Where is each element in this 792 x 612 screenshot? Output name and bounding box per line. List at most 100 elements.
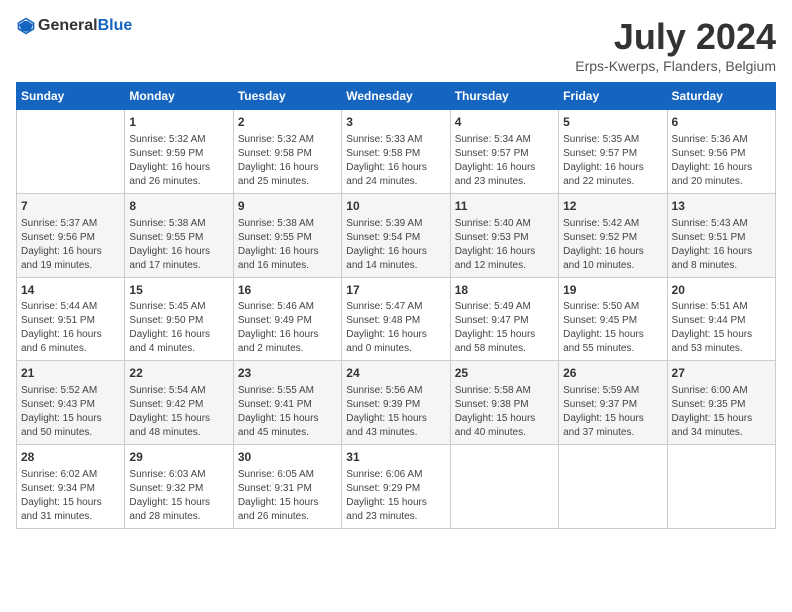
col-monday: Monday	[125, 83, 233, 110]
day-info: Sunrise: 5:43 AM Sunset: 9:51 PM Dayligh…	[672, 217, 771, 273]
day-info: Sunrise: 5:32 AM Sunset: 9:59 PM Dayligh…	[129, 133, 228, 189]
col-saturday: Saturday	[667, 83, 775, 110]
day-number: 13	[672, 198, 771, 215]
day-info: Sunrise: 5:44 AM Sunset: 9:51 PM Dayligh…	[21, 300, 120, 356]
day-info: Sunrise: 5:52 AM Sunset: 9:43 PM Dayligh…	[21, 384, 120, 440]
day-cell: 23 Sunrise: 5:55 AM Sunset: 9:41 PM Dayli…	[233, 361, 341, 445]
week-row-3: 21 Sunrise: 5:52 AM Sunset: 9:43 PM Dayli…	[17, 361, 776, 445]
week-row-4: 28Sunrise: 6:02 AM Sunset: 9:34 PM Dayli…	[17, 445, 776, 529]
day-number: 11	[455, 198, 554, 215]
day-cell: 12 Sunrise: 5:42 AM Sunset: 9:52 PM Dayli…	[559, 193, 667, 277]
day-info: Sunrise: 5:40 AM Sunset: 9:53 PM Dayligh…	[455, 217, 554, 273]
day-cell: 4Sunrise: 5:34 AM Sunset: 9:57 PM Daylig…	[450, 110, 558, 194]
calendar-table: SundayMondayTuesdayWednesdayThursdayFrid…	[16, 82, 776, 529]
day-number: 1	[129, 114, 228, 131]
day-cell: 25 Sunrise: 5:58 AM Sunset: 9:38 PM Dayli…	[450, 361, 558, 445]
day-info: Sunrise: 5:56 AM Sunset: 9:39 PM Dayligh…	[346, 384, 445, 440]
day-number: 27	[672, 365, 771, 382]
day-cell: 2 Sunrise: 5:32 AM Sunset: 9:58 PM Daylig…	[233, 110, 341, 194]
week-row-0: 1 Sunrise: 5:32 AM Sunset: 9:59 PM Daylig…	[17, 110, 776, 194]
day-cell: 17Sunrise: 5:47 AM Sunset: 9:48 PM Dayli…	[342, 277, 450, 361]
logo-blue: Blue	[98, 17, 133, 34]
day-number: 21	[21, 365, 120, 382]
day-cell	[667, 445, 775, 529]
day-cell: 27 Sunrise: 6:00 AM Sunset: 9:35 PM Dayli…	[667, 361, 775, 445]
day-info: Sunrise: 5:32 AM Sunset: 9:58 PM Dayligh…	[238, 133, 337, 189]
day-number: 26	[563, 365, 662, 382]
day-info: Sunrise: 5:45 AM Sunset: 9:50 PM Dayligh…	[129, 300, 228, 356]
day-info: Sunrise: 6:05 AM Sunset: 9:31 PM Dayligh…	[238, 468, 337, 524]
day-number: 10	[346, 198, 445, 215]
day-cell: 6Sunrise: 5:36 AM Sunset: 9:56 PM Daylig…	[667, 110, 775, 194]
col-friday: Friday	[559, 83, 667, 110]
day-info: Sunrise: 5:47 AM Sunset: 9:48 PM Dayligh…	[346, 300, 445, 356]
day-cell: 9 Sunrise: 5:38 AM Sunset: 9:55 PM Daylig…	[233, 193, 341, 277]
day-number: 9	[238, 198, 337, 215]
day-number: 23	[238, 365, 337, 382]
day-number: 18	[455, 282, 554, 299]
day-number: 5	[563, 114, 662, 131]
day-number: 22	[129, 365, 228, 382]
day-cell	[450, 445, 558, 529]
day-info: Sunrise: 6:06 AM Sunset: 9:29 PM Dayligh…	[346, 468, 445, 524]
day-cell: 18Sunrise: 5:49 AM Sunset: 9:47 PM Dayli…	[450, 277, 558, 361]
col-thursday: Thursday	[450, 83, 558, 110]
day-cell: 26 Sunrise: 5:59 AM Sunset: 9:37 PM Dayli…	[559, 361, 667, 445]
day-number: 25	[455, 365, 554, 382]
day-info: Sunrise: 5:37 AM Sunset: 9:56 PM Dayligh…	[21, 217, 120, 273]
day-info: Sunrise: 5:33 AM Sunset: 9:58 PM Dayligh…	[346, 133, 445, 189]
day-info: Sunrise: 5:42 AM Sunset: 9:52 PM Dayligh…	[563, 217, 662, 273]
day-info: Sunrise: 5:58 AM Sunset: 9:38 PM Dayligh…	[455, 384, 554, 440]
day-cell	[559, 445, 667, 529]
day-number: 20	[672, 282, 771, 299]
week-row-1: 7 Sunrise: 5:37 AM Sunset: 9:56 PM Daylig…	[17, 193, 776, 277]
day-info: Sunrise: 6:03 AM Sunset: 9:32 PM Dayligh…	[129, 468, 228, 524]
day-number: 16	[238, 282, 337, 299]
day-cell: 14Sunrise: 5:44 AM Sunset: 9:51 PM Dayli…	[17, 277, 125, 361]
day-cell: 3 Sunrise: 5:33 AM Sunset: 9:58 PM Daylig…	[342, 110, 450, 194]
day-cell: 10 Sunrise: 5:39 AM Sunset: 9:54 PM Dayli…	[342, 193, 450, 277]
day-info: Sunrise: 5:54 AM Sunset: 9:42 PM Dayligh…	[129, 384, 228, 440]
day-number: 2	[238, 114, 337, 131]
logo-general: General	[38, 17, 98, 34]
day-number: 3	[346, 114, 445, 131]
day-cell: 21 Sunrise: 5:52 AM Sunset: 9:43 PM Dayli…	[17, 361, 125, 445]
day-cell: 5 Sunrise: 5:35 AM Sunset: 9:57 PM Daylig…	[559, 110, 667, 194]
day-number: 12	[563, 198, 662, 215]
day-cell: 30Sunrise: 6:05 AM Sunset: 9:31 PM Dayli…	[233, 445, 341, 529]
day-info: Sunrise: 5:49 AM Sunset: 9:47 PM Dayligh…	[455, 300, 554, 356]
col-sunday: Sunday	[17, 83, 125, 110]
day-number: 24	[346, 365, 445, 382]
day-number: 19	[563, 282, 662, 299]
col-tuesday: Tuesday	[233, 83, 341, 110]
day-cell: 7 Sunrise: 5:37 AM Sunset: 9:56 PM Daylig…	[17, 193, 125, 277]
day-number: 17	[346, 282, 445, 299]
col-wednesday: Wednesday	[342, 83, 450, 110]
day-cell: 16Sunrise: 5:46 AM Sunset: 9:49 PM Dayli…	[233, 277, 341, 361]
day-info: Sunrise: 5:35 AM Sunset: 9:57 PM Dayligh…	[563, 133, 662, 189]
day-cell: 24 Sunrise: 5:56 AM Sunset: 9:39 PM Dayli…	[342, 361, 450, 445]
day-cell: 31 Sunrise: 6:06 AM Sunset: 9:29 PM Dayli…	[342, 445, 450, 529]
day-info: Sunrise: 5:55 AM Sunset: 9:41 PM Dayligh…	[238, 384, 337, 440]
day-cell: 15Sunrise: 5:45 AM Sunset: 9:50 PM Dayli…	[125, 277, 233, 361]
day-info: Sunrise: 5:34 AM Sunset: 9:57 PM Dayligh…	[455, 133, 554, 189]
day-info: Sunrise: 5:59 AM Sunset: 9:37 PM Dayligh…	[563, 384, 662, 440]
day-info: Sunrise: 5:46 AM Sunset: 9:49 PM Dayligh…	[238, 300, 337, 356]
day-cell: 13 Sunrise: 5:43 AM Sunset: 9:51 PM Dayli…	[667, 193, 775, 277]
day-cell: 1 Sunrise: 5:32 AM Sunset: 9:59 PM Daylig…	[125, 110, 233, 194]
logo: GeneralBlue	[16, 16, 132, 36]
day-info: Sunrise: 5:51 AM Sunset: 9:44 PM Dayligh…	[672, 300, 771, 356]
week-row-2: 14Sunrise: 5:44 AM Sunset: 9:51 PM Dayli…	[17, 277, 776, 361]
day-number: 31	[346, 449, 445, 466]
day-info: Sunrise: 5:39 AM Sunset: 9:54 PM Dayligh…	[346, 217, 445, 273]
day-info: Sunrise: 5:36 AM Sunset: 9:56 PM Dayligh…	[672, 133, 771, 189]
day-number: 7	[21, 198, 120, 215]
day-info: Sunrise: 6:00 AM Sunset: 9:35 PM Dayligh…	[672, 384, 771, 440]
day-number: 29	[129, 449, 228, 466]
title-area: July 2024 Erps-Kwerps, Flanders, Belgium	[575, 16, 776, 74]
day-cell: 22 Sunrise: 5:54 AM Sunset: 9:42 PM Dayli…	[125, 361, 233, 445]
day-number: 15	[129, 282, 228, 299]
day-cell	[17, 110, 125, 194]
day-info: Sunrise: 5:38 AM Sunset: 9:55 PM Dayligh…	[238, 217, 337, 273]
day-cell: 19Sunrise: 5:50 AM Sunset: 9:45 PM Dayli…	[559, 277, 667, 361]
